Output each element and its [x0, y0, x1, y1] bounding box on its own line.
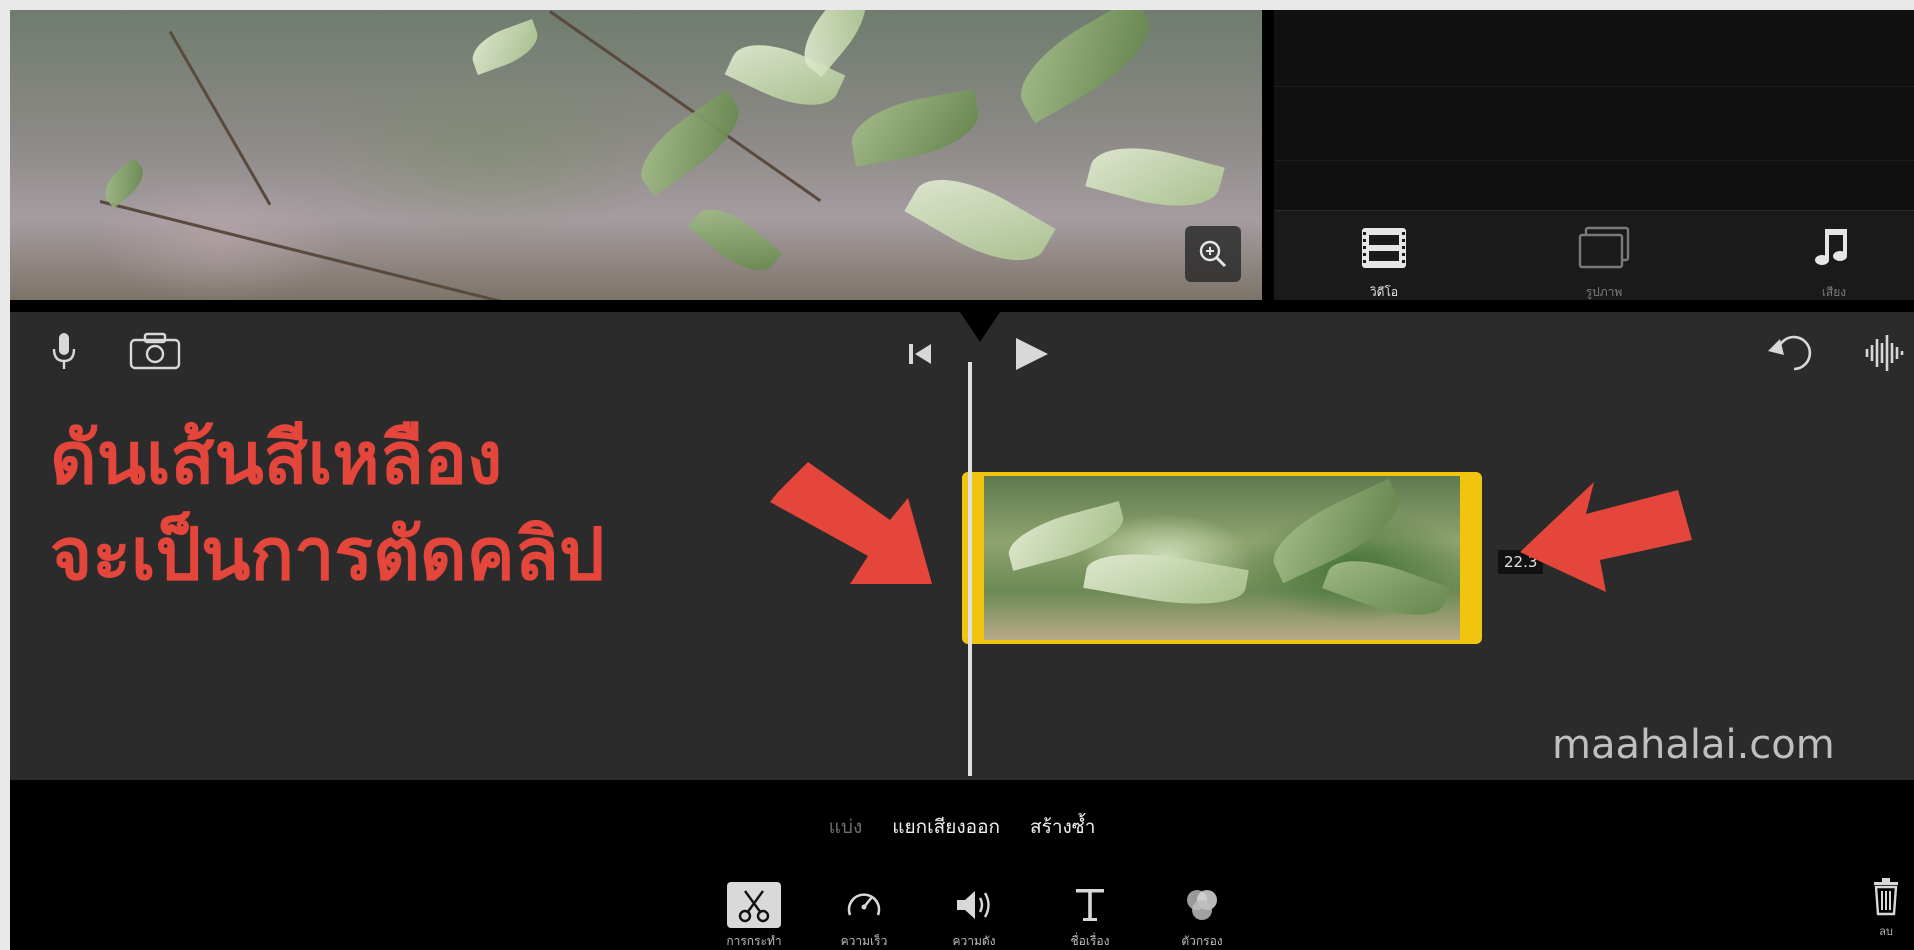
leaf-graphic: [466, 19, 544, 75]
tool-actions[interactable]: การกระทำ: [704, 882, 804, 950]
leaf-graphic: [687, 195, 783, 285]
tab-audio[interactable]: เสียง: [1774, 225, 1894, 302]
tab-photos-label: รูปภาพ: [1585, 285, 1623, 299]
camera-icon[interactable]: [126, 328, 184, 374]
play-icon[interactable]: [1006, 330, 1054, 378]
leaf-graphic: [1005, 10, 1165, 124]
title-text-icon: [1060, 882, 1120, 928]
clip-inspector-toolbar: แบ่ง แยกเสียงออก สร้างซ้ำ การกระทำ ความเ…: [10, 780, 1914, 950]
leaf-graphic: [1322, 546, 1450, 630]
split-button[interactable]: แบ่ง: [829, 812, 863, 842]
tool-volume[interactable]: ความดัง: [924, 882, 1024, 950]
leaf-graphic: [846, 89, 984, 167]
playhead-marker: [960, 312, 1000, 342]
leaf-graphic: [1085, 134, 1225, 220]
delete-button[interactable]: ลบ: [1858, 876, 1914, 940]
photos-icon: [1578, 226, 1630, 269]
tool-titles[interactable]: ชื่อเรื่อง: [1040, 882, 1140, 950]
tool-filters-label: ตัวกรอง: [1181, 934, 1223, 948]
branch-graphic: [168, 30, 272, 206]
leaf-graphic: [904, 159, 1056, 281]
watermark: maahalai.com: [1552, 722, 1835, 768]
detach-audio-button[interactable]: แยกเสียงออก: [892, 812, 1000, 842]
video-clip[interactable]: [962, 472, 1482, 644]
magnify-plus-icon[interactable]: [1185, 226, 1241, 282]
audio-waveform-icon[interactable]: [1858, 328, 1908, 378]
tool-volume-label: ความดัง: [952, 934, 996, 948]
annotation-arrow-left-icon: [1520, 482, 1692, 592]
imovie-editor: วิดีโอ รูปภาพ เสียง ดันเส้นสีเหลือง จะเป…: [10, 10, 1914, 950]
leaf-graphic: [1083, 542, 1249, 616]
speedometer-icon: [834, 882, 894, 928]
tool-filters[interactable]: ตัวกรอง: [1152, 882, 1252, 950]
microphone-icon[interactable]: [44, 328, 84, 374]
tool-titles-label: ชื่อเรื่อง: [1070, 934, 1110, 948]
scissors-icon: [727, 882, 781, 928]
duplicate-button[interactable]: สร้างซ้ำ: [1030, 812, 1095, 842]
instruction-text: ดันเส้นสีเหลือง จะเป็นการตัดคลิป: [50, 410, 605, 602]
tool-actions-label: การกระทำ: [726, 934, 782, 948]
video-preview[interactable]: [10, 10, 1262, 300]
divider: [1274, 160, 1914, 161]
annotation-arrow-right-icon: [770, 462, 932, 584]
media-browser-tabs: วิดีโอ รูปภาพ เสียง: [1274, 210, 1914, 300]
leaf-graphic: [627, 89, 753, 197]
music-note-icon: [1815, 229, 1847, 265]
delete-label: ลบ: [1879, 925, 1893, 938]
skip-to-start-icon[interactable]: [900, 334, 940, 374]
filter-circles-icon: [1172, 882, 1232, 928]
trash-icon: [1874, 878, 1898, 916]
clip-trim-handle-right[interactable]: [1460, 476, 1478, 640]
instruction-line-2: จะเป็นการตัดคลิป: [50, 512, 605, 596]
film-icon: [1362, 228, 1406, 268]
tab-audio-label: เสียง: [1821, 285, 1847, 299]
media-browser: วิดีโอ รูปภาพ เสียง: [1274, 10, 1914, 300]
instruction-line-1: ดันเส้นสีเหลือง: [50, 416, 503, 500]
tool-speed[interactable]: ความเร็ว: [814, 882, 914, 950]
divider: [1274, 86, 1914, 87]
playhead-line[interactable]: [968, 362, 972, 776]
speaker-icon: [944, 882, 1004, 928]
tab-photos[interactable]: รูปภาพ: [1544, 225, 1664, 302]
tab-video[interactable]: วิดีโอ: [1324, 225, 1444, 302]
undo-icon[interactable]: [1762, 328, 1814, 378]
edit-actions: แบ่ง แยกเสียงออก สร้างซ้ำ: [10, 812, 1914, 842]
tab-video-label: วิดีโอ: [1369, 285, 1399, 299]
branch-graphic: [99, 200, 605, 300]
tool-speed-label: ความเร็ว: [840, 934, 888, 948]
